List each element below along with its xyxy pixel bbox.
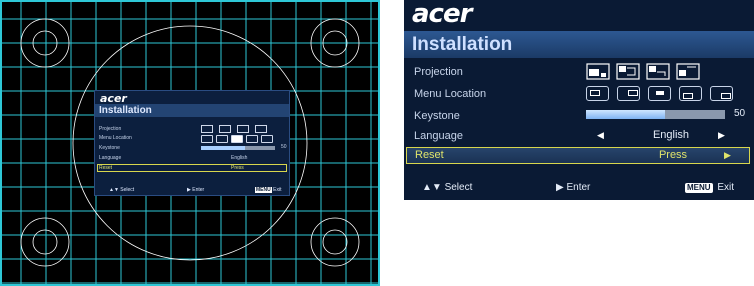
language-label[interactable]: Language <box>414 130 463 142</box>
arrow-right-icon[interactable]: ▶ <box>724 150 731 161</box>
menu-bottom-left-icon[interactable] <box>679 86 702 101</box>
arrow-right-icon[interactable]: ▶ <box>718 130 725 141</box>
mini-row-language: Language <box>99 155 122 161</box>
mini-row-menu-location: Menu Location <box>99 135 132 141</box>
mini-menu-location-icon <box>231 135 243 143</box>
mini-keystone-fill <box>201 146 245 150</box>
keystone-label[interactable]: Keystone <box>414 110 460 122</box>
mini-footer-enter: ▶ Enter <box>187 187 205 193</box>
reset-row[interactable]: Reset Press ▶ <box>406 147 750 164</box>
mini-keystone-bar <box>201 146 275 150</box>
keystone-slider[interactable] <box>586 110 725 119</box>
projection-front-ceiling-icon[interactable] <box>646 63 670 80</box>
select-label: Select <box>444 182 473 193</box>
mini-menu-location-icon <box>216 135 228 143</box>
keystone-slider-fill <box>586 110 666 119</box>
projection-front-desk-icon[interactable] <box>586 63 610 80</box>
mini-language-value: English <box>231 155 248 161</box>
title-bar: Installation <box>404 31 754 58</box>
projection-label[interactable]: Projection <box>414 66 463 78</box>
mini-projection-icons <box>201 125 267 133</box>
menu-location-options <box>586 86 733 101</box>
mini-projection-icon <box>237 125 249 133</box>
mini-projection-icon <box>219 125 231 133</box>
mini-keystone-value: 50 <box>281 144 287 150</box>
mini-menu-location-icons <box>201 135 273 143</box>
acer-logo: acer <box>412 0 472 29</box>
mini-select-label: Select <box>120 187 135 193</box>
mini-page-title: Installation <box>95 104 289 117</box>
enter-label: Enter <box>566 182 591 193</box>
osd-menu: acer Installation Projection Menu Locati… <box>404 0 754 200</box>
mini-osd-menu: acer Installation Projection Menu Locati… <box>94 90 290 196</box>
up-down-arrows-icon: ▲▼ <box>422 182 442 193</box>
mini-footer-select: ▲▼ Select <box>109 187 135 193</box>
mini-menu-location-icon <box>261 135 273 143</box>
enter-arrow-icon: ▶ <box>556 182 564 193</box>
menu-key: MENU <box>685 183 713 193</box>
arrow-left-icon[interactable]: ◀ <box>597 130 604 141</box>
footer-enter: ▶ Enter <box>556 182 590 193</box>
footer-select: ▲▼ Select <box>422 182 472 193</box>
keystone-value: 50 <box>734 108 746 119</box>
menu-location-label[interactable]: Menu Location <box>414 88 486 100</box>
projection-rear-desk-icon[interactable] <box>616 63 640 80</box>
mini-projection-icon <box>255 125 267 133</box>
mini-row-reset: Reset <box>99 165 113 171</box>
mini-enter-label: Enter <box>192 187 205 193</box>
footer-exit: MENU Exit <box>685 182 734 193</box>
menu-top-left-icon[interactable] <box>586 86 609 101</box>
keystone-test-pattern: acer Installation Projection Menu Locati… <box>0 0 380 286</box>
projection-options <box>586 63 700 80</box>
menu-top-right-icon[interactable] <box>617 86 640 101</box>
mini-row-projection: Projection <box>99 126 122 132</box>
osd-footer: ▲▼ Select ▶ Enter MENU Exit <box>404 178 754 200</box>
reset-value: Press <box>658 149 688 161</box>
mini-menu-location-icon <box>201 135 213 143</box>
mini-footer-exit: MENU Exit <box>255 187 281 193</box>
reset-label: Reset <box>415 149 444 161</box>
projection-rear-ceiling-icon[interactable] <box>676 63 700 80</box>
mini-menu-key: MENU <box>255 187 272 193</box>
menu-center-icon[interactable] <box>648 86 671 101</box>
mini-menu-location-icon <box>246 135 258 143</box>
mini-exit-label: Exit <box>273 187 282 193</box>
mini-reset-row <box>97 164 287 172</box>
mini-reset-value: Press <box>231 165 244 171</box>
page-title: Installation <box>412 34 513 55</box>
exit-label: Exit <box>717 182 735 193</box>
menu-bottom-right-icon[interactable] <box>710 86 733 101</box>
mini-projection-icon <box>201 125 213 133</box>
mini-row-keystone: Keystone <box>99 145 120 151</box>
language-value: English <box>652 129 690 141</box>
